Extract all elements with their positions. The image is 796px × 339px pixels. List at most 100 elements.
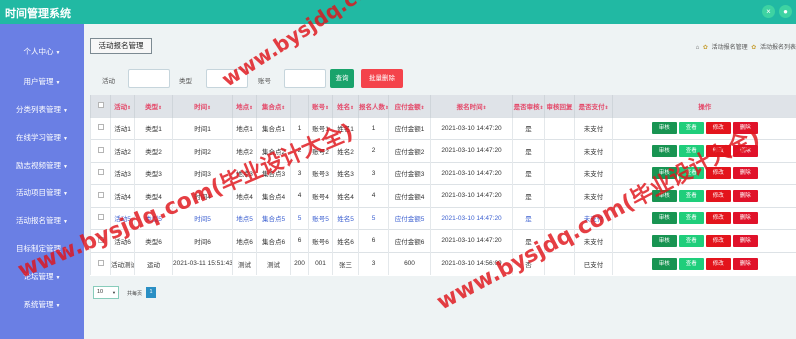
edit-button[interactable]: 修改 — [705, 189, 731, 202]
search-button[interactable]: 查询 — [330, 69, 354, 88]
table-cell: 6 — [358, 229, 389, 252]
delete-button[interactable]: 删除 — [732, 167, 758, 180]
column-header[interactable]: 时间⇕ — [172, 95, 233, 117]
table-cell: 2021-03-11 15:51:43 — [172, 251, 233, 275]
sidebar-item-personal-center[interactable]: 个人中心 ▼ — [0, 46, 84, 57]
home-icon[interactable]: ⌂ — [696, 45, 700, 51]
table-cell: 600 — [388, 251, 431, 275]
table-cell: 类型1 — [134, 116, 173, 140]
row-select[interactable] — [90, 161, 111, 185]
view-button[interactable]: 查看 — [678, 122, 704, 135]
column-header[interactable]: 类型⇕ — [134, 95, 173, 117]
table-row[interactable]: 活动6 类型6 时间6 地点6 集合点6 6 账号6 姓名6 6 应付金额6 2021-03-10 … — [90, 229, 796, 252]
user-icon[interactable]: ● — [779, 5, 792, 18]
column-header[interactable]: 报名时间⇕ — [430, 95, 513, 117]
view-button[interactable]: 查看 — [678, 257, 704, 270]
column-header[interactable]: 姓名⇕ — [332, 95, 359, 117]
table-row[interactable]: 活动测试 运动 2021-03-11 15:51:43 测试 测试 200 001 张三 3 60… — [90, 251, 796, 275]
chevron-down-icon: ▼ — [63, 108, 68, 114]
column-header[interactable]: 地点⇕ — [232, 95, 257, 117]
audit-button[interactable]: 审核 — [651, 257, 677, 270]
activity-input[interactable] — [128, 69, 170, 88]
table-cell: 5 — [290, 206, 309, 230]
row-select[interactable] — [90, 116, 111, 140]
table-cell: 6 — [290, 229, 309, 252]
column-header[interactable]: 集合点⇕ — [256, 95, 291, 117]
table-cell: 类型3 — [134, 161, 173, 185]
audit-button[interactable]: 审核 — [651, 234, 677, 247]
view-button[interactable]: 查看 — [678, 212, 704, 225]
column-header[interactable]: 账号⇕ — [308, 95, 333, 117]
sidebar-item-users[interactable]: 用户管理 ▼ — [0, 76, 84, 87]
sidebar-item-videos[interactable]: 励志视频管理 ▼ — [0, 160, 84, 171]
view-button[interactable]: 查看 — [678, 189, 704, 202]
checkbox[interactable] — [97, 101, 104, 108]
checkbox[interactable] — [97, 169, 104, 176]
table-cell: 应付金额1 — [388, 116, 431, 140]
column-header[interactable]: 报名人数⇕ — [358, 95, 389, 117]
sidebar-item-online-learning[interactable]: 在线学习管理 ▼ — [0, 132, 84, 143]
table-cell: 未支付 — [574, 161, 613, 185]
table-cell: 集合点5 — [256, 206, 291, 230]
edit-button[interactable]: 修改 — [705, 257, 731, 270]
row-select[interactable] — [90, 139, 111, 162]
column-header: 操作 — [612, 95, 796, 117]
checkbox[interactable] — [97, 259, 104, 266]
page-number[interactable]: 1 — [146, 287, 156, 298]
batch-delete-button[interactable]: 批量删除 — [361, 69, 403, 88]
page-size-select[interactable]: 10 ▼ — [93, 286, 119, 299]
column-header[interactable]: 应付金额⇕ — [388, 95, 431, 117]
sidebar: 个人中心 ▼ 用户管理 ▼ 分类列表管理 ▼ 在线学习管理 ▼ 励志视频管理 ▼ 活动项目… — [0, 24, 84, 339]
table-cell: 2021-03-10 14:47:20 — [430, 116, 513, 140]
checkbox[interactable] — [97, 191, 104, 198]
table-cell — [544, 139, 575, 162]
table-row[interactable]: 活动1 类型1 时间1 地点1 集合点1 1 账号1 姓名1 1 应付金额1 2021-03-10 … — [90, 116, 796, 140]
sidebar-item-categories[interactable]: 分类列表管理 ▼ — [0, 104, 84, 115]
audit-button[interactable]: 审核 — [651, 122, 677, 135]
column-header[interactable]: 是否审核⇕ — [512, 95, 545, 117]
column-header[interactable]: 审核回复 — [544, 95, 575, 117]
table-cell: 是 — [512, 139, 545, 162]
table-cell: 姓名6 — [332, 229, 359, 252]
sidebar-item-activities[interactable]: 活动项目管理 ▼ — [0, 187, 84, 198]
table-header-row: 活动⇕ 类型⇕ 时间⇕ 地点⇕ 集合点⇕ 账号⇕ 姓名⇕ 报名人数⇕ 应付金额⇕… — [90, 95, 796, 117]
column-header[interactable]: 是否支付⇕ — [574, 95, 613, 117]
table-cell: 已支付 — [574, 251, 613, 275]
delete-button[interactable]: 删除 — [732, 189, 758, 202]
checkbox[interactable] — [97, 124, 104, 131]
audit-button[interactable]: 审核 — [651, 144, 677, 157]
table-cell: 张三 — [332, 251, 359, 275]
breadcrumb-item[interactable]: 活动报名管理 — [712, 45, 748, 51]
delete-button[interactable]: 删除 — [732, 234, 758, 247]
table-cell: 测试 — [232, 251, 257, 275]
sidebar-item-system[interactable]: 系统管理 ▼ — [0, 299, 84, 310]
table-cell: 集合点6 — [256, 229, 291, 252]
column-header[interactable]: 活动⇕ — [110, 95, 135, 117]
breadcrumb-item: 活动报名列表 — [759, 45, 796, 51]
row-select[interactable] — [90, 184, 111, 207]
edit-button[interactable]: 修改 — [705, 212, 731, 225]
table-cell: 集合点1 — [256, 116, 291, 140]
edit-button[interactable]: 修改 — [705, 234, 731, 247]
delete-button[interactable]: 删除 — [732, 257, 758, 270]
table-cell: 应付金额3 — [388, 161, 431, 185]
sidebar-item-registrations[interactable]: 活动报名管理 ▼ — [0, 215, 84, 226]
type-label: 类型 — [179, 78, 192, 85]
table-cell: 姓名3 — [332, 161, 359, 185]
close-icon[interactable]: × — [762, 5, 775, 18]
account-input[interactable] — [284, 69, 326, 88]
column-header[interactable] — [290, 95, 309, 117]
table-cell: 姓名4 — [332, 184, 359, 207]
view-button[interactable]: 查看 — [678, 234, 704, 247]
audit-button[interactable]: 审核 — [651, 212, 677, 225]
chevron-down-icon: ▼ — [63, 219, 68, 225]
checkbox[interactable] — [97, 146, 104, 153]
select-all-header[interactable] — [90, 95, 111, 117]
table-cell: 是 — [512, 206, 545, 230]
row-select[interactable] — [90, 251, 111, 275]
page-tag[interactable]: 活动报名管理 — [90, 38, 152, 54]
breadcrumb: ⌂ ✿ 活动报名管理 ✿ 活动报名列表 — [696, 42, 796, 51]
table-cell — [544, 116, 575, 140]
table-cell: 账号6 — [308, 229, 333, 252]
delete-button[interactable]: 删除 — [732, 212, 758, 225]
